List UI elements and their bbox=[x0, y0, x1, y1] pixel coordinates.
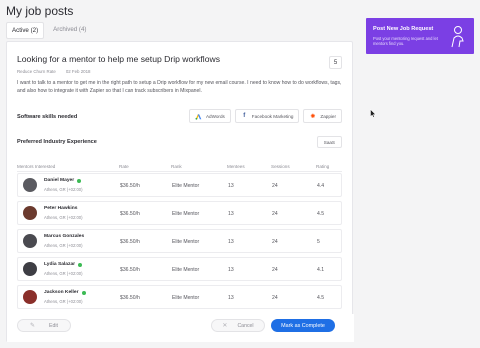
skill-zapier: ✺ Zappier bbox=[303, 109, 342, 123]
skill-facebook: f Facebook Marketing bbox=[234, 109, 300, 123]
mentor-sessions: 24 bbox=[272, 211, 278, 217]
mentor-rate: $36.50/h bbox=[120, 267, 140, 273]
col-mentors: Mentors Interested bbox=[17, 164, 56, 169]
mentor-sessions: 24 bbox=[272, 239, 278, 245]
mentor-rating: 4.1 bbox=[317, 267, 325, 273]
pencil-icon: ✎ bbox=[30, 323, 36, 329]
job-meta: Reduce Churn Rate 02 Feb 2018 bbox=[17, 69, 90, 74]
mentor-count-badge: 5 bbox=[329, 56, 342, 69]
tabs: Active (2) Archived (4) bbox=[6, 22, 92, 39]
mentor-sessions: 24 bbox=[272, 183, 278, 189]
mentor-name: Marcus Gonzales bbox=[44, 234, 85, 239]
col-rate: Rate bbox=[119, 164, 129, 169]
industry-tag: SaaS bbox=[316, 136, 342, 148]
job-category: Reduce Churn Rate bbox=[17, 69, 56, 74]
mentor-rank: Elite Mentor bbox=[172, 295, 200, 301]
avatar bbox=[23, 234, 37, 248]
mark-complete-button[interactable]: Mark as Complete bbox=[271, 319, 335, 332]
avatar bbox=[23, 178, 37, 192]
table-header: Mentors Interested Rate Rank Mentees Ses… bbox=[17, 162, 342, 172]
col-mentees: Mentees bbox=[227, 164, 245, 169]
table-row[interactable]: Jackson Keller Athens, GR (+02:00) $36.5… bbox=[17, 285, 342, 309]
card-footer: ✎ Edit ✕ Cancel Mark as Complete bbox=[7, 314, 354, 342]
mentor-name: Jackson Keller bbox=[44, 290, 79, 295]
mentor-mentees: 13 bbox=[228, 295, 234, 301]
mentor-mentees: 13 bbox=[228, 239, 234, 245]
col-rating: Rating bbox=[316, 164, 330, 169]
facebook-icon: f bbox=[243, 113, 246, 119]
col-rank: Rank bbox=[171, 164, 182, 169]
online-indicator bbox=[77, 178, 82, 183]
mentor-name: Peter Hawkins bbox=[44, 206, 78, 211]
skill-adwords: AdWords bbox=[188, 109, 231, 123]
mentor-rank: Elite Mentor bbox=[172, 267, 200, 273]
mentor-rank: Elite Mentor bbox=[172, 239, 200, 245]
mentor-rating: 4.5 bbox=[317, 211, 325, 217]
table-row[interactable]: Daniel Mayer Athens, GR (+02:00) $36.50/… bbox=[17, 173, 342, 197]
mentor-mentees: 13 bbox=[228, 183, 234, 189]
tab-archived[interactable]: Archived (4) bbox=[48, 22, 91, 39]
mentor-location: Athens, GR (+02:00) bbox=[44, 271, 83, 276]
table-row[interactable]: Marcus Gonzales Athens, GR (+02:00) $36.… bbox=[17, 229, 342, 253]
mentor-mentees: 13 bbox=[228, 211, 234, 217]
mentor-location: Athens, GR (+02:00) bbox=[44, 215, 83, 220]
job-description: I want to talk to a mentor to get me in … bbox=[17, 80, 342, 94]
skills-label: Software skills needed bbox=[17, 114, 78, 120]
mentor-rate: $36.50/h bbox=[120, 211, 140, 217]
mentor-rate: $36.50/h bbox=[120, 295, 140, 301]
promo-text: Post your mentoring request and let ment… bbox=[373, 36, 438, 47]
job-title: Looking for a mentor to help me setup Dr… bbox=[17, 54, 221, 64]
post-job-request-banner[interactable]: Post New Job Request Post your mentoring… bbox=[366, 18, 474, 54]
person-icon bbox=[451, 26, 464, 48]
avatar bbox=[23, 290, 37, 304]
mentor-rank: Elite Mentor bbox=[172, 183, 200, 189]
avatar bbox=[23, 262, 37, 276]
online-indicator bbox=[78, 262, 83, 267]
mentor-rating: 5 bbox=[317, 239, 320, 245]
mentor-rate: $36.50/h bbox=[120, 239, 140, 245]
job-post-card: Looking for a mentor to help me setup Dr… bbox=[6, 41, 354, 342]
tab-active[interactable]: Active (2) bbox=[6, 22, 45, 39]
avatar bbox=[23, 206, 37, 220]
edit-button[interactable]: ✎ Edit bbox=[17, 319, 71, 332]
skills-list: AdWords f Facebook Marketing ✺ Zappier bbox=[188, 109, 342, 123]
zapier-icon: ✺ bbox=[310, 113, 316, 120]
mentor-rate: $36.50/h bbox=[120, 183, 140, 189]
cancel-button[interactable]: ✕ Cancel bbox=[211, 319, 265, 332]
mentor-mentees: 13 bbox=[228, 267, 234, 273]
promo-title: Post New Job Request bbox=[373, 26, 434, 32]
mentor-list: Daniel Mayer Athens, GR (+02:00) $36.50/… bbox=[17, 173, 342, 313]
table-row[interactable]: Peter Hawkins Athens, GR (+02:00) $36.50… bbox=[17, 201, 342, 225]
adwords-icon bbox=[195, 113, 202, 120]
job-date: 02 Feb 2018 bbox=[65, 69, 91, 74]
close-icon: ✕ bbox=[222, 323, 228, 329]
mentor-name: Lydia Salazar bbox=[44, 262, 76, 267]
mentor-name: Daniel Mayer bbox=[44, 178, 75, 183]
mouse-cursor-icon bbox=[370, 109, 376, 118]
online-indicator bbox=[81, 290, 86, 295]
industry-label: Preferred Industry Experience bbox=[17, 139, 97, 145]
mentor-rating: 4.5 bbox=[317, 295, 325, 301]
mentor-sessions: 24 bbox=[272, 295, 278, 301]
mentor-sessions: 24 bbox=[272, 267, 278, 273]
mentor-location: Athens, GR (+02:00) bbox=[44, 299, 83, 304]
col-sessions: Sessions bbox=[271, 164, 290, 169]
mentor-location: Athens, GR (+02:00) bbox=[44, 243, 83, 248]
table-row[interactable]: Lydia Salazar Athens, GR (+02:00) $36.50… bbox=[17, 257, 342, 281]
mentor-location: Athens, GR (+02:00) bbox=[44, 187, 83, 192]
page-title: My job posts bbox=[6, 4, 74, 18]
mentor-rank: Elite Mentor bbox=[172, 211, 200, 217]
mentor-rating: 4.4 bbox=[317, 183, 325, 189]
